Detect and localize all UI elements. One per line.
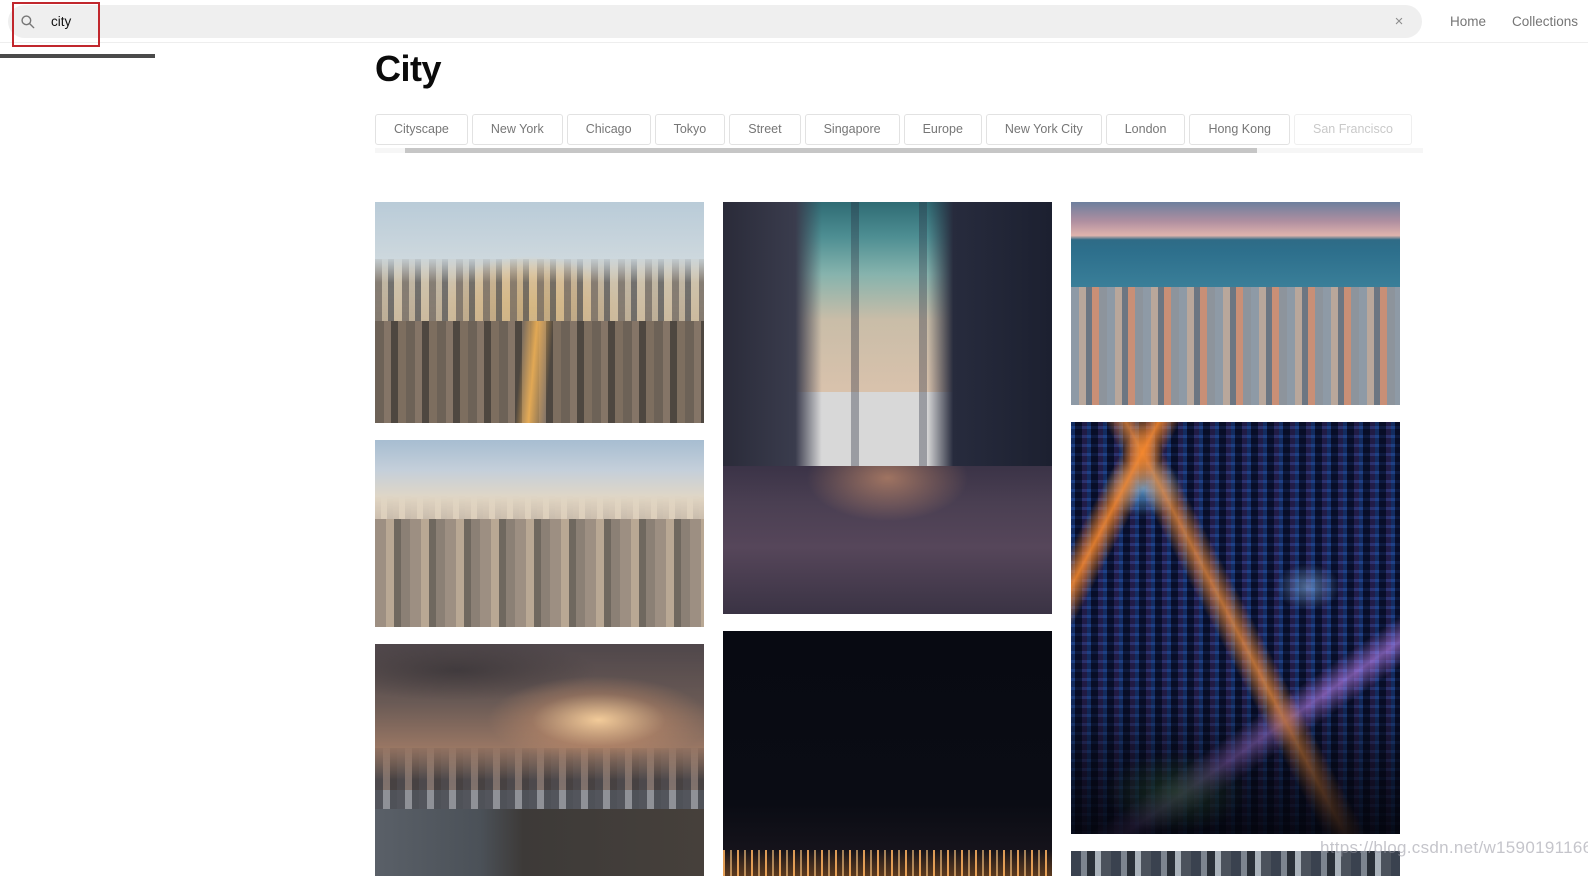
search-input[interactable] <box>51 6 1390 37</box>
tag-chip[interactable]: New York <box>471 114 563 145</box>
photo-tokyo-night-lights[interactable] <box>1071 422 1400 834</box>
tag-chip[interactable]: Hong Kong <box>1189 114 1290 145</box>
photo-layer-foreground <box>375 809 704 876</box>
page-content: City Cityscape New York Chicago Tokyo Street… <box>0 43 1588 876</box>
photo-brooklyn-bridge-sunset[interactable] <box>375 644 704 876</box>
photo-next-partial[interactable] <box>1071 851 1400 876</box>
tag-chip[interactable]: Street <box>729 114 801 145</box>
search-bar[interactable]: × <box>8 5 1422 38</box>
photo-column-1 <box>375 202 704 876</box>
photo-night-horizon[interactable] <box>723 631 1052 876</box>
photo-layer-mid <box>723 202 1052 499</box>
tags-scrollbar-thumb[interactable] <box>405 148 1257 153</box>
page-title: City <box>375 48 442 89</box>
tag-chip[interactable]: San Francisco <box>1294 114 1412 145</box>
tag-chip[interactable]: London <box>1105 114 1186 145</box>
tag-chip[interactable]: Tokyo <box>654 114 726 145</box>
photo-layer-foreground <box>723 465 1052 614</box>
tag-chip[interactable]: Chicago <box>566 114 651 145</box>
tag-chip[interactable]: Singapore <box>804 114 900 145</box>
nav-link-collections[interactable]: Collections <box>1512 14 1578 29</box>
photo-layer-foreground <box>375 518 704 627</box>
photo-layer-foreground <box>375 321 704 423</box>
photo-nyc-golden-hour[interactable] <box>375 202 704 423</box>
nav-link-home[interactable]: Home <box>1450 14 1486 29</box>
photo-chicago-aerial-dusk[interactable] <box>1071 202 1400 405</box>
tag-chip[interactable]: New York City <box>985 114 1102 145</box>
photo-layer-foreground <box>1071 287 1400 405</box>
related-tags-row: Cityscape New York Chicago Tokyo Street Singa… <box>375 114 1423 145</box>
photo-column-3 <box>1071 202 1400 876</box>
photo-layer-foreground <box>723 849 1052 876</box>
main-nav: Home Collections <box>1450 0 1578 43</box>
photo-manhattan-skyline[interactable] <box>375 440 704 627</box>
related-tags-strip: Cityscape New York Chicago Tokyo Street Singa… <box>375 114 1423 160</box>
photo-chicago-street-dusk[interactable] <box>723 202 1052 614</box>
photo-masonry-grid <box>375 202 1400 876</box>
photo-column-2 <box>723 202 1052 876</box>
photo-layer-sky <box>1071 851 1400 876</box>
tag-chip[interactable]: Cityscape <box>375 114 468 145</box>
app-header: × Home Collections <box>0 0 1588 43</box>
photo-layer-sky <box>723 631 1052 876</box>
photo-layer-foreground <box>1071 693 1400 834</box>
tag-chip[interactable]: Europe <box>903 114 982 145</box>
search-icon <box>20 14 35 29</box>
clear-search-button[interactable]: × <box>1390 13 1408 31</box>
page-loading-bar <box>0 54 155 58</box>
